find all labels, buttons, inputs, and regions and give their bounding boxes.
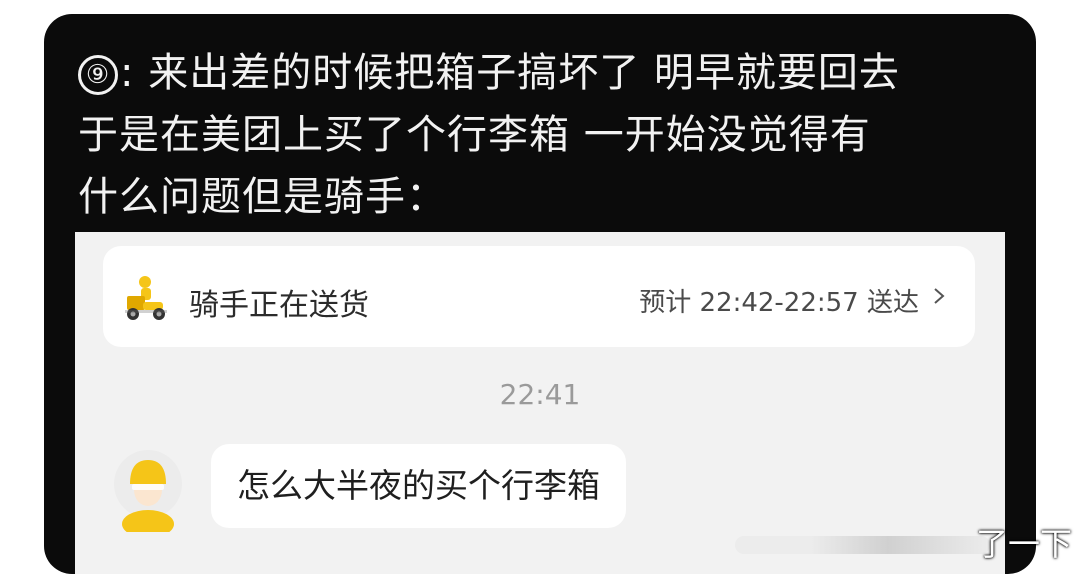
embedded-screenshot: 骑手正在送货 预计 22:42-22:57 送达 22:41 怎么大半夜的买个行…: [75, 232, 1005, 574]
post-line-2: 于是在美团上买了个行李箱 一开始没觉得有: [78, 112, 871, 158]
rider-avatar-icon: [114, 450, 182, 532]
post-line-1: : 来出差的时候把箱子搞坏了 明早就要回去: [120, 50, 900, 96]
post-text-line-1: ⑨: 来出差的时候把箱子搞坏了 明早就要回去: [78, 42, 1018, 104]
watermark-text: 了一下: [975, 525, 1072, 563]
chevron-right-icon: [934, 288, 945, 304]
eta-label: 预计 22:42-22:57 送达: [639, 288, 919, 318]
post-card: ⑨: 来出差的时候把箱子搞坏了 明早就要回去 于是在美团上买了个行李箱 一开始没…: [44, 14, 1036, 574]
post-line-3: 什么问题但是骑手：: [78, 174, 447, 220]
delivery-rider-icon: [125, 276, 167, 320]
watermark: 了一下: [735, 524, 1080, 566]
chat-timestamp: 22:41: [499, 378, 581, 411]
chat-message-bubble: 怎么大半夜的买个行李箱: [211, 444, 626, 528]
circled-number-nine-icon: ⑨: [78, 55, 118, 95]
delivery-status-card[interactable]: 骑手正在送货 预计 22:42-22:57 送达: [103, 246, 975, 347]
watermark-blur: [735, 536, 990, 554]
image-frame: ⑨: 来出差的时候把箱子搞坏了 明早就要回去 于是在美团上买了个行李箱 一开始没…: [0, 0, 1080, 574]
post-text: ⑨: 来出差的时候把箱子搞坏了 明早就要回去 于是在美团上买了个行李箱 一开始没…: [78, 42, 1018, 228]
status-label: 骑手正在送货: [189, 288, 369, 323]
